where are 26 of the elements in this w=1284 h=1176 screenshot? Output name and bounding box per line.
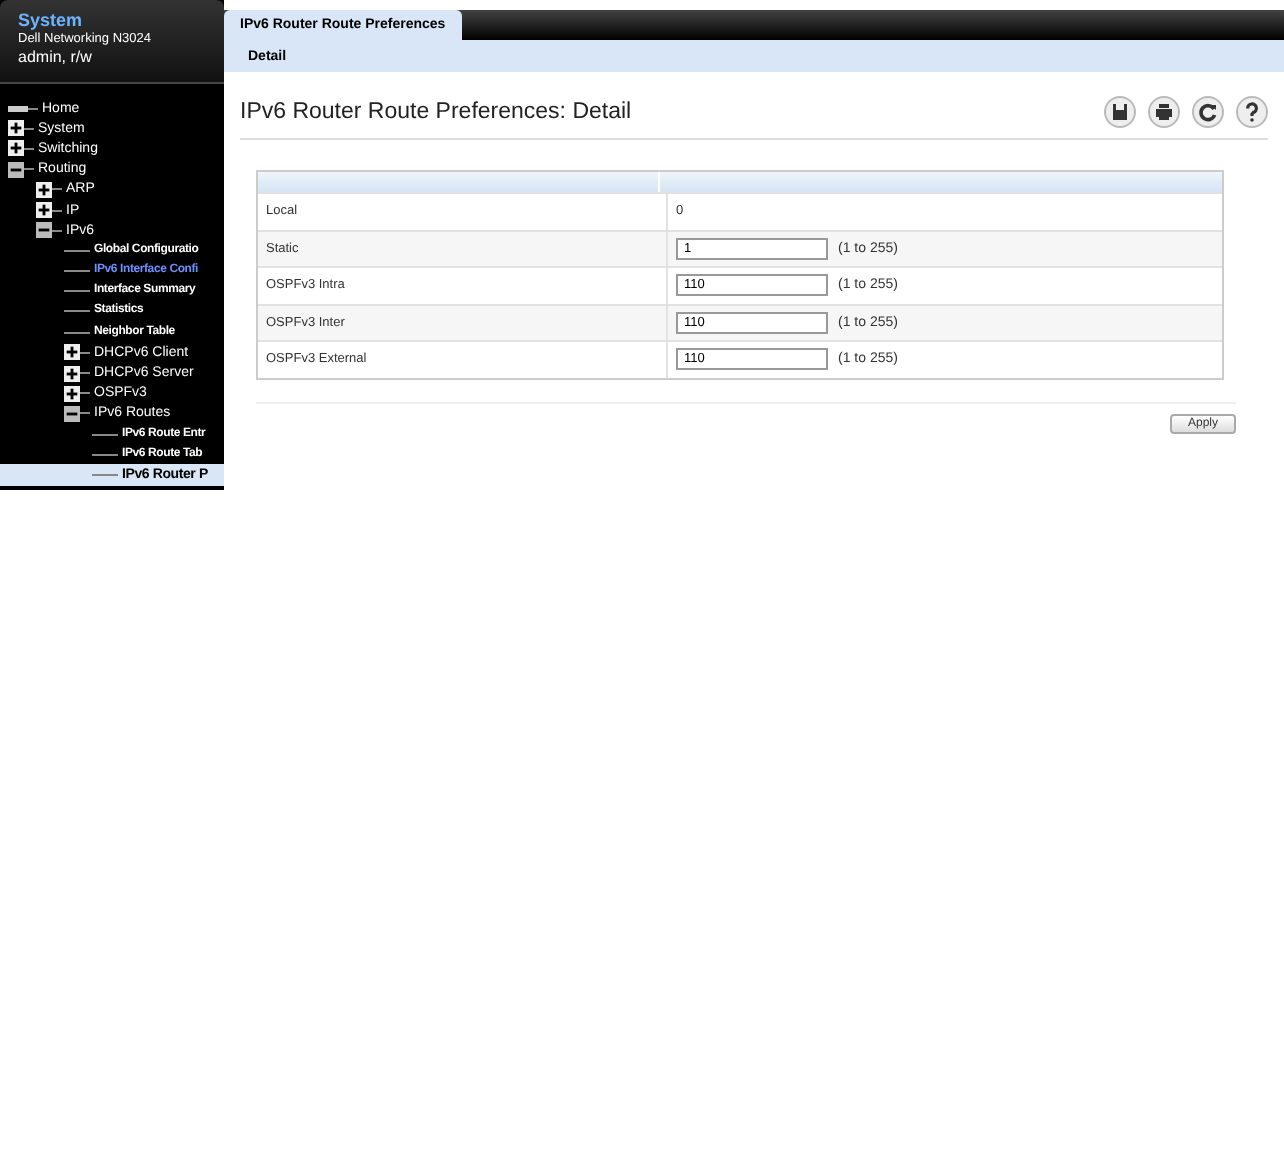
tree-connector-icon <box>92 473 108 476</box>
expand-icon[interactable] <box>8 140 24 157</box>
expand-icon[interactable] <box>64 365 80 382</box>
expand-icon[interactable] <box>64 344 80 361</box>
expand-icon[interactable] <box>36 202 52 219</box>
tree-connector-icon <box>64 331 80 334</box>
help-icon[interactable] <box>1236 96 1268 128</box>
tree-connector-icon <box>92 453 108 456</box>
tree-connector-icon <box>64 249 80 252</box>
collapse-icon[interactable] <box>64 405 80 422</box>
system-title: System <box>18 10 85 30</box>
save-icon[interactable] <box>1104 96 1136 128</box>
tree-connector-icon <box>64 310 80 313</box>
expand-icon[interactable] <box>36 181 52 198</box>
home-bar-icon <box>8 105 28 112</box>
refresh-icon[interactable] <box>1192 96 1224 128</box>
page-title: IPv6 Router Route Preferences: Detail <box>240 100 632 124</box>
tree-connector-icon <box>64 290 80 293</box>
collapse-icon[interactable] <box>8 161 24 178</box>
collapse-icon[interactable] <box>36 222 52 239</box>
expand-icon[interactable] <box>64 385 80 402</box>
tree-connector-icon <box>92 433 108 436</box>
tree-connector-icon <box>64 270 80 273</box>
user-label: admin, r/w <box>18 48 94 68</box>
expand-icon[interactable] <box>8 120 24 137</box>
print-icon[interactable] <box>1148 96 1180 128</box>
